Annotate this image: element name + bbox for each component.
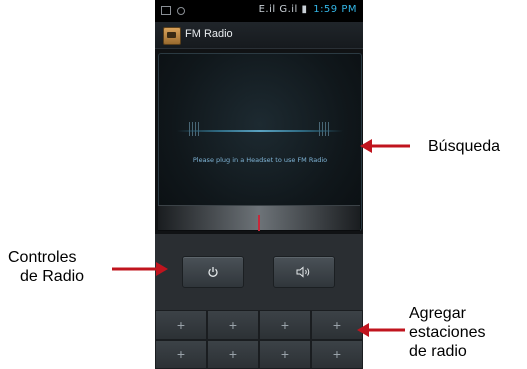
left-signal-meter xyxy=(189,122,201,136)
add-stations-arrow xyxy=(357,323,405,337)
add-station-button[interactable]: + xyxy=(207,310,259,340)
add-stations-line3: de radio xyxy=(409,343,467,360)
radio-controls-line1: Controles xyxy=(8,249,77,266)
radio-app-icon[interactable] xyxy=(163,27,181,45)
power-icon xyxy=(208,267,218,277)
speaker-button[interactable] xyxy=(273,256,335,288)
image-notification-icon xyxy=(161,6,171,15)
add-stations-line2: estaciones xyxy=(409,324,486,341)
add-station-button[interactable]: + xyxy=(259,310,311,340)
status-bar: E.il G.il ▮ 1:59 PM xyxy=(155,0,363,22)
headset-message: Please plug in a Headset to use FM Radio xyxy=(192,156,328,164)
battery-icon: ▮ xyxy=(301,4,308,15)
search-arrow xyxy=(360,139,410,153)
add-stations-line1: Agregar xyxy=(409,305,466,322)
power-button[interactable] xyxy=(182,256,244,288)
add-station-button[interactable]: + xyxy=(259,339,311,369)
speaker-icon xyxy=(296,266,310,278)
phone-screen: E.il G.il ▮ 1:59 PM FM Radio Please plug… xyxy=(155,0,363,369)
right-signal-meter xyxy=(319,122,331,136)
radio-controls-line2: de Radio xyxy=(20,268,85,285)
circle-notification-icon xyxy=(177,7,185,15)
radio-controls-annotation: Controles de Radio xyxy=(8,248,84,286)
tuner-needle[interactable] xyxy=(258,215,260,231)
frequency-glow-line xyxy=(177,130,343,132)
app-title: FM Radio xyxy=(185,28,233,40)
add-stations-annotation: Agregar estaciones de radio xyxy=(409,304,486,361)
add-station-button[interactable]: + xyxy=(155,310,207,340)
add-station-button[interactable]: + xyxy=(155,339,207,369)
radio-controls xyxy=(155,234,363,310)
status-indicators: E.il G.il ▮ 1:59 PM xyxy=(259,4,357,15)
search-annotation: Búsqueda xyxy=(428,138,501,155)
app-bar: FM Radio xyxy=(155,22,363,49)
add-station-button[interactable]: + xyxy=(311,339,363,369)
notification-icons xyxy=(161,6,185,15)
preset-grid: + + + + + + + + xyxy=(155,310,363,369)
controls-arrow xyxy=(112,262,168,276)
add-station-button[interactable]: + xyxy=(207,339,259,369)
status-time: 1:59 PM xyxy=(313,4,357,15)
signal-indicators: E.il G.il xyxy=(258,4,298,15)
